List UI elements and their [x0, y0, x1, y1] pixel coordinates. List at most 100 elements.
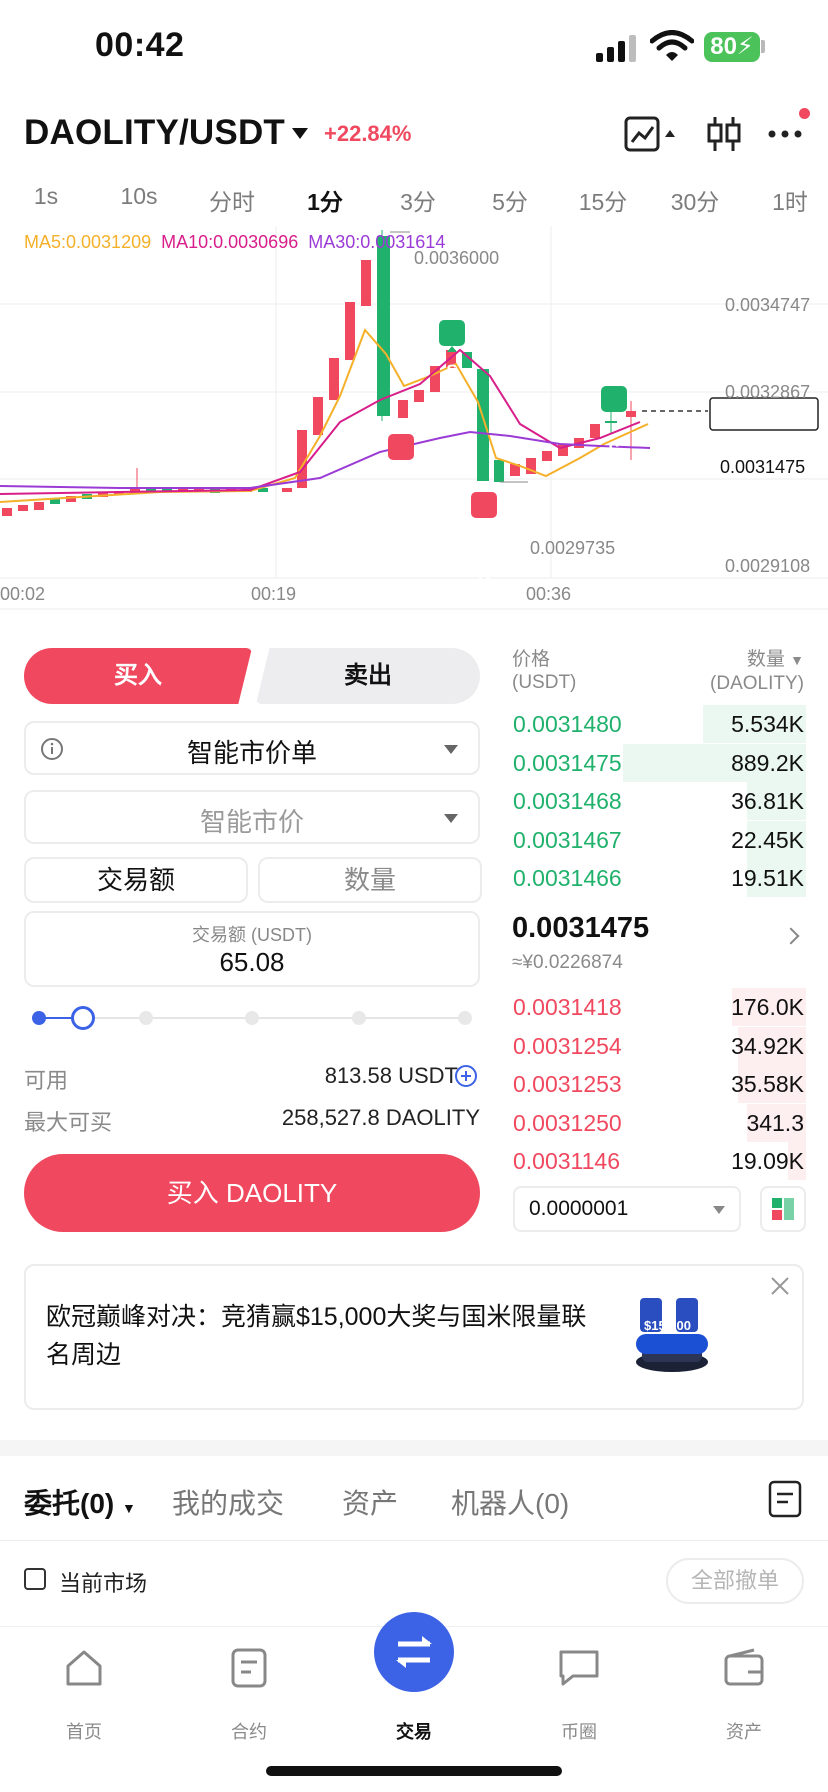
orderbook-qty: 22.45K [731, 826, 804, 853]
chevron-right-icon[interactable] [782, 927, 800, 945]
orderbook-layout-button[interactable] [760, 1186, 806, 1232]
max-buy-value: 258,527.8 DAOLITY [281, 1105, 480, 1130]
nav-trade-label[interactable]: 交易 [396, 1718, 432, 1744]
current-market-checkbox[interactable] [24, 1568, 46, 1590]
order-type-select[interactable]: 智能市价单 [24, 721, 480, 775]
orderbook-qty-header[interactable]: 数量 ▼ (DAOLITY) [710, 648, 804, 695]
chart-type-icon[interactable] [624, 114, 675, 154]
tab-bots[interactable]: 机器人(0) [451, 1482, 569, 1522]
sell-marker-2 [601, 386, 627, 412]
ask-row[interactable]: 0.0031475 889.2K [511, 743, 806, 782]
tab-1min[interactable]: 1分 [307, 183, 343, 217]
amount-input-value[interactable]: 65.08 [24, 947, 480, 978]
tab-5min[interactable]: 5分 [492, 183, 528, 217]
orderbook-price: 0.0031418 [513, 994, 622, 1020]
slider-thumb[interactable] [70, 1006, 95, 1030]
tab-30min[interactable]: 30分 [671, 183, 720, 217]
battery-level: 80 [710, 33, 737, 60]
buy-marker-label-2: B [477, 566, 491, 585]
orderbook-price: 0.0031146 [513, 1148, 621, 1174]
promo-banner-text: 欧冠巅峰对决：竞猜赢$15,000大奖与国米限量联名周边 [46, 1303, 587, 1369]
wallet-icon[interactable] [720, 1644, 768, 1692]
orderbook-qty: 35.58K [731, 1071, 804, 1097]
sell-marker-1 [439, 320, 465, 352]
tab-15min[interactable]: 15分 [579, 183, 628, 217]
orderbook-price-header: 价格 (USDT) [512, 648, 576, 694]
contract-icon[interactable] [225, 1644, 273, 1692]
time-axis-1: 00:02 [0, 584, 46, 604]
orderbook-price: 0.0031250 [513, 1109, 622, 1136]
add-funds-icon[interactable] [454, 1064, 478, 1088]
ma-legend: MA5:0.0031209 MA10:0.0030696 MA30:0.003161… [24, 232, 455, 253]
timeframe-tabs: 1s 10s 分时 1分 3分 5分 15分 30分 1时 [0, 183, 828, 223]
tab-3min[interactable]: 3分 [400, 183, 436, 217]
last-price: 0.0031475 [512, 912, 650, 944]
orderbook-price-title: 价格 [512, 649, 551, 670]
ask-row[interactable]: 0.0031480 5.534K [511, 705, 806, 743]
buy-submit-button[interactable]: 买入 DAOLITY [24, 1154, 480, 1232]
tab-10s[interactable]: 10s [120, 183, 157, 210]
slider-stop-75[interactable] [352, 1011, 366, 1025]
mode-amount-button[interactable]: 交易额 [24, 857, 248, 903]
bid-row[interactable]: 0.0031254 34.92K [511, 1026, 806, 1065]
orderbook-price: 0.0031466 [513, 865, 622, 891]
price-axis-current: 0.0031475 [720, 457, 806, 477]
bid-row[interactable]: 0.0031418 176.0K [511, 988, 806, 1026]
pair-title[interactable]: DAOLITY/USDT [24, 113, 285, 153]
close-icon[interactable] [768, 1274, 792, 1298]
orderbook-qty: 341.3 [746, 1109, 804, 1136]
home-icon[interactable] [60, 1644, 108, 1692]
last-price-cny: ≈¥0.0226874 [512, 952, 623, 973]
tab-open-orders-label: 委托(0) [24, 1488, 115, 1519]
slider-stop-50[interactable] [245, 1011, 259, 1025]
candlestick-settings-icon[interactable] [706, 114, 746, 154]
price-mode-label: 智能市价 [199, 807, 304, 837]
slider-stop-100[interactable] [458, 1011, 472, 1025]
promo-trophy-image [630, 1290, 714, 1380]
trade-fab[interactable] [374, 1612, 454, 1692]
ask-row[interactable]: 0.0031468 36.81K [511, 782, 806, 820]
cancel-all-button[interactable]: 全部撤单 [666, 1558, 804, 1604]
nav-home-label[interactable]: 首页 [66, 1718, 102, 1744]
tab-my-trades[interactable]: 我的成交 [172, 1482, 284, 1522]
more-icon[interactable] [766, 114, 806, 154]
tab-timeshare[interactable]: 分时 [209, 183, 255, 217]
chart-high-label: 0.0036000 [414, 248, 500, 268]
time-axis-3: 00:36 [526, 584, 572, 604]
pair-dropdown-icon[interactable] [292, 128, 308, 139]
home-indicator [266, 1766, 562, 1776]
orderbook-qty-title: 数量 [746, 649, 785, 670]
tab-open-orders[interactable]: 委托(0) ▼ [24, 1482, 136, 1522]
nav-community-label[interactable]: 币圈 [561, 1718, 597, 1744]
slider-stop-25[interactable] [139, 1011, 153, 1025]
promo-badge: $15,000 [644, 1318, 691, 1333]
community-icon[interactable] [555, 1644, 603, 1692]
order-history-icon[interactable] [768, 1480, 802, 1518]
sell-tab[interactable]: 卖出 [256, 648, 480, 704]
ask-row[interactable]: 0.0031467 22.45K [511, 820, 806, 859]
precision-value: 0.0000001 [529, 1197, 629, 1220]
precision-select[interactable]: 0.0000001 [513, 1186, 741, 1232]
bid-row[interactable]: 0.0031146 19.09K [511, 1142, 806, 1180]
battery-icon: 80⚡ [704, 32, 760, 62]
tab-1hour[interactable]: 1时 [772, 183, 808, 217]
nav-assets-label[interactable]: 资产 [726, 1718, 762, 1744]
bid-row[interactable]: 0.0031250 341.3 [511, 1103, 806, 1142]
orderbook-qty: 19.09K [731, 1148, 804, 1174]
tab-1s[interactable]: 1s [34, 183, 58, 210]
chevron-down-icon [444, 814, 458, 823]
ask-row[interactable]: 0.0031466 19.51K [511, 859, 806, 897]
price-mode-select[interactable]: 智能市价 [24, 790, 480, 844]
nav-contract-label[interactable]: 合约 [231, 1718, 267, 1744]
mode-quantity-button[interactable]: 数量 [258, 857, 482, 903]
price-axis-2: 0.0032867 [725, 382, 811, 402]
buy-tab[interactable]: 买入 [24, 648, 252, 704]
max-buy-label: 最大可买 [24, 1110, 113, 1135]
tab-assets[interactable]: 资产 [342, 1482, 398, 1522]
status-time: 00:42 [95, 26, 185, 64]
orderbook-layout-icon [772, 1198, 794, 1220]
bid-row[interactable]: 0.0031253 35.58K [511, 1065, 806, 1103]
chevron-down-icon [444, 745, 458, 754]
candlestick-chart[interactable] [0, 226, 828, 616]
sell-marker-label-2: S [608, 440, 620, 459]
